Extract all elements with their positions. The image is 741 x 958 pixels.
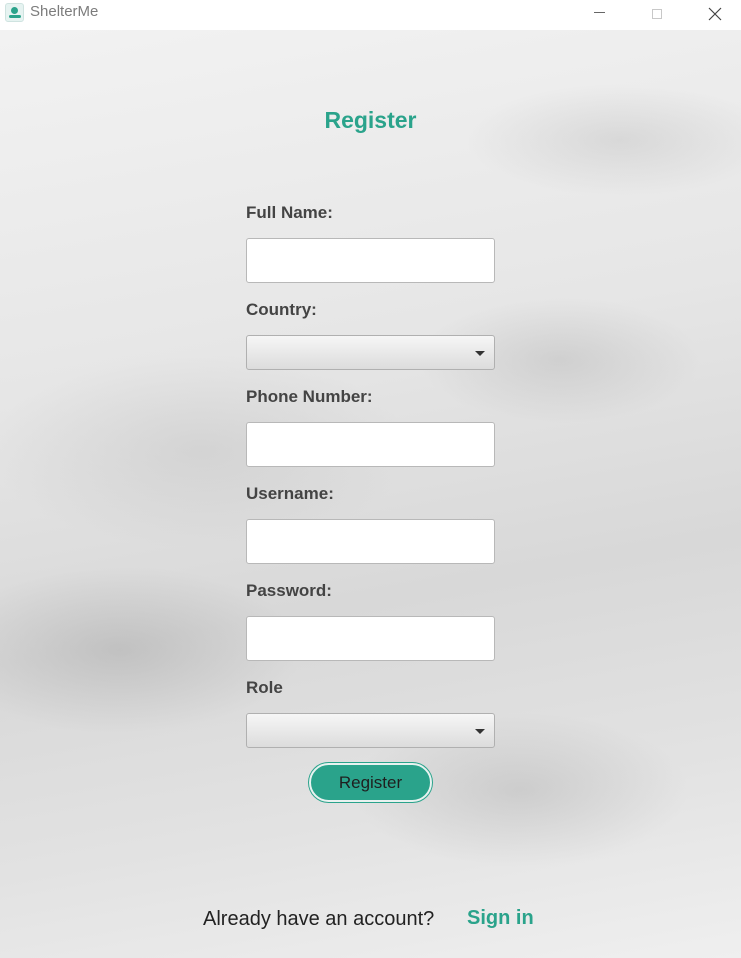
register-button[interactable]: Register — [309, 763, 432, 802]
username-input[interactable] — [246, 519, 495, 564]
already-have-account-text: Already have an account? — [203, 908, 435, 930]
close-icon — [708, 7, 722, 21]
role-label: Role — [246, 678, 283, 697]
minimize-button[interactable] — [576, 0, 622, 28]
role-dropdown[interactable] — [246, 713, 495, 748]
shelterme-logo-icon — [5, 3, 24, 22]
full-name-input[interactable] — [246, 238, 495, 283]
username-label: Username: — [246, 484, 334, 503]
country-dropdown[interactable] — [246, 335, 495, 370]
phone-number-label: Phone Number: — [246, 387, 373, 406]
window-title: ShelterMe — [30, 3, 99, 20]
password-input[interactable] — [246, 616, 495, 661]
registration-panel: Register Full Name: Country: Phone Numbe… — [0, 30, 741, 958]
page-title: Register — [324, 107, 417, 133]
sign-in-link[interactable]: Sign in — [467, 907, 534, 930]
phone-number-input[interactable] — [246, 422, 495, 467]
country-label: Country: — [246, 300, 317, 319]
close-button[interactable] — [692, 0, 738, 28]
full-name-label: Full Name: — [246, 203, 333, 222]
minimize-icon — [593, 11, 605, 13]
window-titlebar: ShelterMe — [0, 0, 741, 30]
maximize-icon — [652, 9, 662, 19]
chevron-down-icon — [475, 351, 485, 356]
chevron-down-icon — [475, 729, 485, 734]
maximize-button[interactable] — [634, 0, 680, 28]
password-label: Password: — [246, 581, 332, 600]
